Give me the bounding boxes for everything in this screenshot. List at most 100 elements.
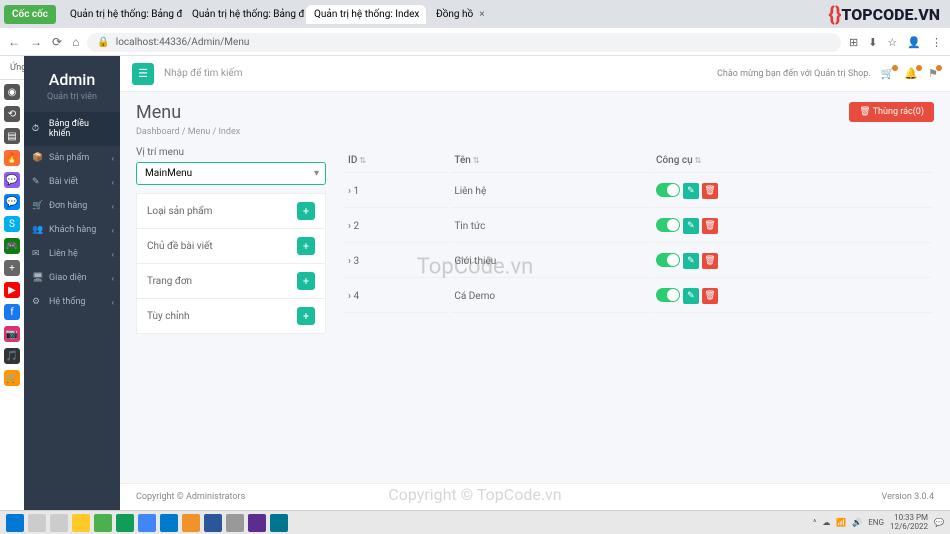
app-icon[interactable]: ◉ [4, 84, 20, 100]
app-icon[interactable]: ⟲ [4, 106, 20, 122]
toggle-switch[interactable] [656, 288, 680, 302]
cart-icon[interactable]: 🛒 [881, 67, 895, 80]
menu-icon[interactable]: ⋮ [931, 36, 942, 49]
edit-button[interactable]: ✎ [683, 183, 699, 199]
instagram-icon[interactable]: 📷 [4, 326, 20, 342]
star-icon[interactable]: ☆ [887, 36, 897, 49]
sidebar-item-dashboard[interactable]: ⏱Bảng điều khiển [24, 112, 120, 146]
coccoc-icon[interactable] [94, 514, 112, 532]
menu-position-select[interactable]: MainMenu [136, 162, 326, 185]
sort-icon: ⇅ [359, 156, 366, 165]
reload-icon[interactable]: ⟳ [52, 35, 62, 49]
delete-button[interactable]: 🗑 [702, 253, 718, 269]
visualstudio-icon[interactable] [248, 514, 266, 532]
sidebar-item-interface[interactable]: 🖥Giao diện‹ [24, 266, 120, 290]
chrome-icon[interactable] [138, 514, 156, 532]
word-icon[interactable] [204, 514, 222, 532]
cell-name[interactable]: Cá Demo [450, 280, 650, 313]
address-bar[interactable]: 🔒 localhost:44336/Admin/Menu [87, 33, 841, 52]
breadcrumb-item: Index [218, 127, 240, 137]
edit-button[interactable]: ✎ [683, 288, 699, 304]
bell-icon[interactable]: 🔔 [904, 67, 918, 80]
start-button[interactable] [6, 514, 24, 532]
delete-button[interactable]: 🗑 [702, 183, 718, 199]
close-icon[interactable]: × [479, 9, 484, 20]
category-item[interactable]: Loại sản phẩm+ [136, 193, 326, 229]
home-icon[interactable]: ⌂ [72, 35, 79, 49]
taskbar-app[interactable] [116, 514, 134, 532]
search-input[interactable]: Nhập để tìm kiếm [164, 68, 717, 79]
browser-tab[interactable]: Đồng hồ× [428, 5, 493, 24]
savings-icon[interactable]: ⬇ [868, 36, 877, 49]
extension-icon[interactable]: ⊞ [849, 36, 858, 49]
category-item[interactable]: Trang đơn+ [136, 263, 326, 299]
app-icon[interactable]: ▤ [4, 128, 20, 144]
taskbar-app[interactable] [226, 514, 244, 532]
app-icon[interactable]: 🎵 [4, 348, 20, 364]
edit-button[interactable]: ✎ [683, 253, 699, 269]
taskbar-app[interactable] [182, 514, 200, 532]
category-item[interactable]: Chủ đề bài viết + [136, 228, 326, 264]
add-button[interactable]: + [297, 307, 315, 325]
category-item[interactable]: Tùy chỉnh+ [136, 298, 326, 334]
explorer-icon[interactable] [72, 514, 90, 532]
add-button[interactable]: + [297, 272, 315, 290]
sidebar-item-contact[interactable]: ✉Liên hệ‹ [24, 242, 120, 266]
vscode-icon[interactable] [160, 514, 178, 532]
messenger-icon[interactable]: 💬 [4, 172, 20, 188]
delete-button[interactable]: 🗑 [702, 218, 718, 234]
category-label: Chủ đề bài viết [147, 241, 213, 252]
edit-button[interactable]: ✎ [683, 218, 699, 234]
notifications-icon[interactable]: 💬 [934, 518, 944, 527]
sidebar-item-customers[interactable]: 👥Khách hàng‹ [24, 218, 120, 242]
tray-lang[interactable]: ENG [868, 518, 884, 527]
trash-button[interactable]: 🗑 Thùng rác(0) [849, 102, 934, 122]
app-icon[interactable]: 🛒 [4, 370, 20, 386]
delete-button[interactable]: 🗑 [702, 288, 718, 304]
profile-icon[interactable]: 👤 [907, 36, 921, 49]
forward-icon[interactable]: → [30, 35, 42, 49]
hamburger-button[interactable]: ☰ [132, 63, 154, 85]
cell-name[interactable]: Tin tức [450, 210, 650, 243]
facebook-icon[interactable]: f [4, 304, 20, 320]
sidebar-item-orders[interactable]: 🛒Đơn hàng‹ [24, 194, 120, 218]
cell-name[interactable]: Liên hệ [450, 175, 650, 208]
col-name[interactable]: Tên⇅ [450, 149, 650, 173]
skype-icon[interactable]: S [4, 216, 20, 232]
toggle-switch[interactable] [656, 183, 680, 197]
back-icon[interactable]: ← [8, 35, 20, 49]
col-tools[interactable]: Công cụ⇅ [652, 149, 932, 173]
taskbar-app[interactable] [270, 514, 288, 532]
toggle-switch[interactable] [656, 253, 680, 267]
app-icon[interactable]: 💬 [4, 194, 20, 210]
sidebar-item-posts[interactable]: ✎Bài viết‹ [24, 170, 120, 194]
tray-volume-icon[interactable]: 🔊 [852, 518, 862, 527]
breadcrumb-item[interactable]: Dashboard [136, 127, 180, 137]
menu-position-label: Vị trí menu [136, 147, 326, 158]
sidebar-item-system[interactable]: ⚙Hệ thống‹ [24, 290, 120, 314]
youtube-icon[interactable]: ▶ [4, 282, 20, 298]
plus-icon[interactable]: + [4, 260, 20, 276]
sidebar-item-label: Liên hệ [49, 249, 78, 259]
sidebar-item-products[interactable]: 📦Sản phẩm‹ [24, 146, 120, 170]
taskview-icon[interactable] [28, 514, 46, 532]
tray-chevron-icon[interactable]: ^ [813, 518, 816, 527]
tray-wifi-icon[interactable]: 📶 [836, 518, 846, 527]
add-button[interactable]: + [297, 202, 315, 220]
toggle-switch[interactable] [656, 218, 680, 232]
flag-icon[interactable]: ⚑ [928, 67, 938, 80]
col-id[interactable]: ID⇅ [344, 149, 448, 173]
browser-tab-active[interactable]: Quản trị hệ thống: Index× [306, 5, 426, 24]
browser-tab[interactable]: Quản trị hệ thống: Bảng điề...× [184, 5, 304, 24]
taskbar-app[interactable] [50, 514, 68, 532]
system-clock[interactable]: 10:33 PM 12/6/2022 [890, 514, 928, 532]
add-button[interactable]: + [297, 237, 315, 255]
xbox-icon[interactable]: 🎮 [4, 238, 20, 254]
breadcrumb-item[interactable]: Menu [188, 127, 211, 137]
close-icon[interactable]: × [425, 9, 426, 20]
tray-cloud-icon[interactable]: ☁ [822, 518, 830, 527]
browser-logo: Cốc cốc [4, 5, 56, 24]
cell-name[interactable]: Giới thiệu [450, 245, 650, 278]
browser-tab[interactable]: Quản trị hệ thống: Bảng điề...× [62, 5, 182, 24]
app-icon[interactable]: 🔥 [4, 150, 20, 166]
